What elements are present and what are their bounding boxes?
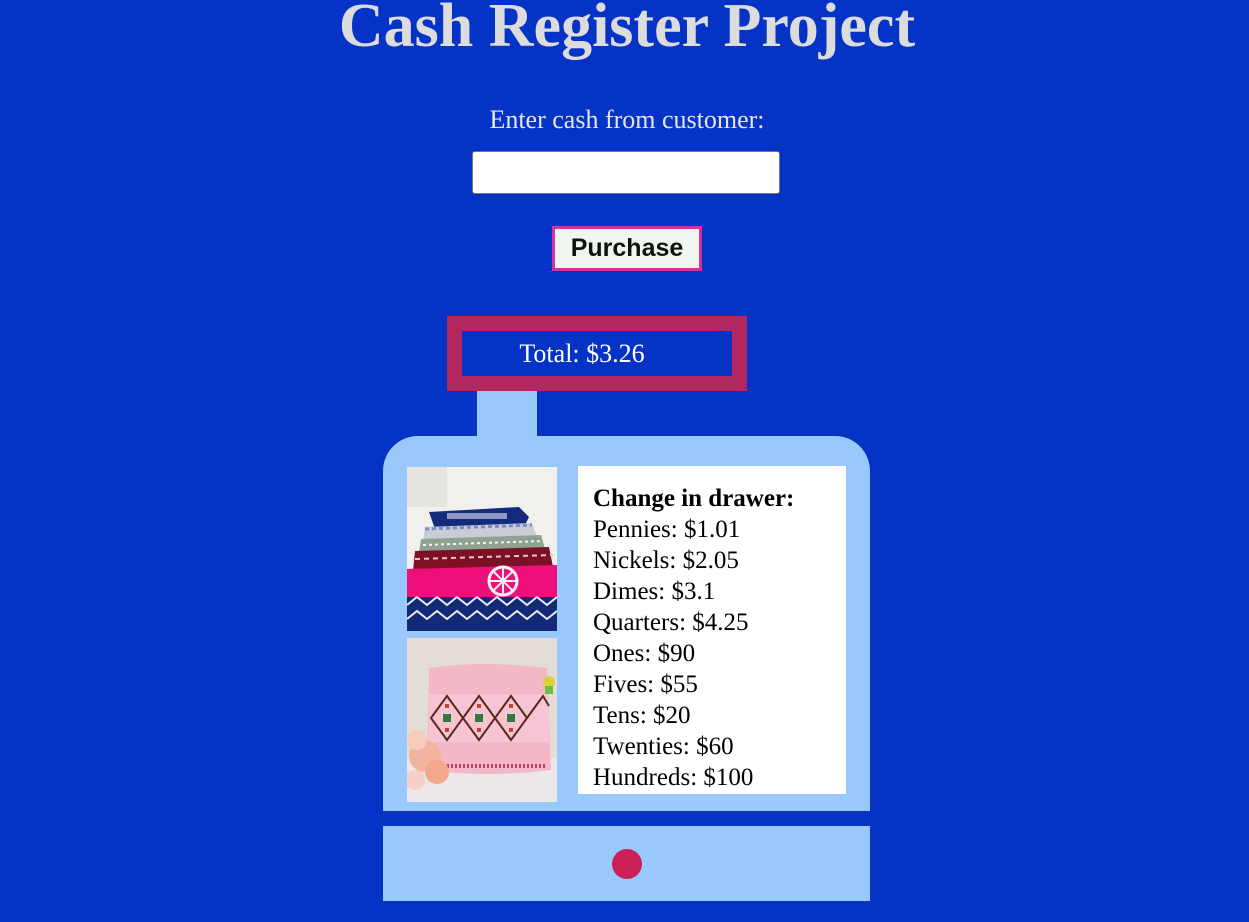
drawer-heading: Change in drawer: — [593, 485, 795, 512]
drawer-row-tens: Tens: $20 — [593, 702, 691, 729]
drawer-row-twenties: Twenties: $60 — [593, 733, 734, 760]
drawer-row-quarters: Quarters: $4.25 — [593, 609, 749, 636]
change-in-drawer-panel: Change in drawer: Pennies: $1.01 Nickels… — [578, 466, 846, 794]
cash-input[interactable] — [472, 151, 780, 194]
total-text: Total: $3.26 — [519, 339, 645, 368]
drawer-row-hundreds: Hundreds: $100 — [593, 764, 754, 791]
drawer-row-fives: Fives: $55 — [593, 671, 698, 698]
page-title: Cash Register Project — [338, 0, 916, 60]
drawer-row-dimes: Dimes: $3.1 — [593, 578, 716, 605]
register-red-button-icon — [612, 849, 642, 879]
register-neck — [477, 391, 537, 437]
folded-embroidered-fabrics-image — [407, 467, 557, 631]
embroidered-pillow-image — [407, 638, 557, 802]
cash-register-page: Cash Register Project Enter cash from cu… — [0, 0, 1249, 922]
drawer-row-pennies: Pennies: $1.01 — [593, 516, 741, 543]
drawer-row-ones: Ones: $90 — [593, 640, 696, 667]
cash-input-label: Enter cash from customer: — [489, 105, 765, 134]
total-display: Total: $3.26 — [447, 316, 747, 391]
purchase-button[interactable]: Purchase — [552, 226, 702, 271]
drawer-row-nickels: Nickels: $2.05 — [593, 547, 739, 574]
